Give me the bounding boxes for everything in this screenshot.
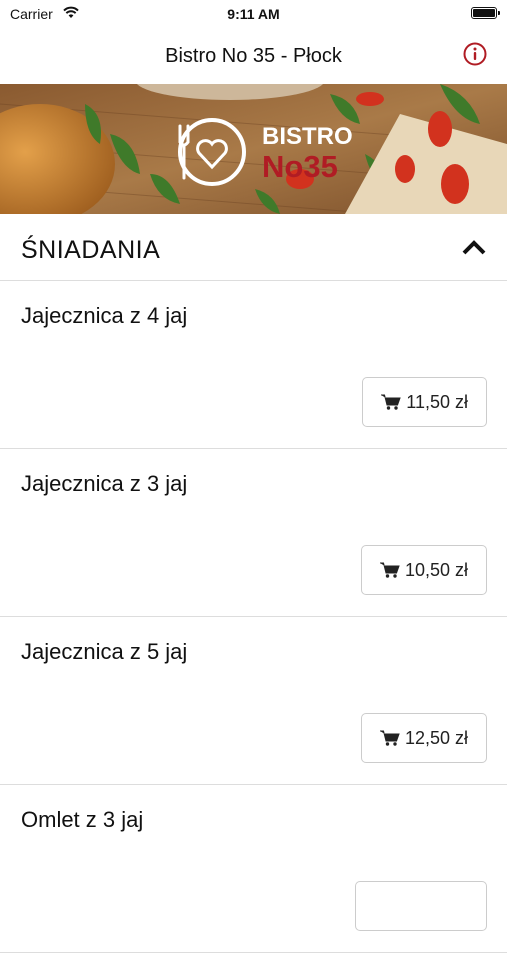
info-icon[interactable]: [463, 42, 487, 66]
item-price: 12,50 zł: [404, 727, 468, 748]
restaurant-banner: BISTRO No35: [0, 84, 507, 214]
item-name: Jajecznica z 3 jaj: [21, 471, 188, 496]
cart-icon: [379, 730, 400, 746]
add-to-cart-button[interactable]: 12,50 zł: [360, 713, 487, 763]
item-price: 11,50 zł: [406, 391, 468, 412]
item-price: 10,50 zł: [404, 559, 468, 580]
section-title: ŚNIADANIA: [21, 236, 161, 264]
battery-icon: [471, 7, 500, 19]
status-bar: Carrier 9:11 AM: [0, 0, 507, 28]
add-to-cart-button[interactable]: 10,50 zł: [360, 545, 487, 595]
add-to-cart-button[interactable]: 11,50 zł: [362, 377, 487, 427]
banner-image: BISTRO No35: [0, 84, 507, 214]
chevron-up-icon[interactable]: [461, 238, 487, 261]
section-header-sniadania[interactable]: ŚNIADANIA: [0, 214, 507, 281]
page-title: Bistro No 35 - Płock: [165, 45, 342, 67]
clock: 9:11 AM: [227, 6, 280, 22]
item-name: Omlet z 3 jaj: [21, 807, 144, 832]
navigation-bar: Bistro No 35 - Płock: [0, 28, 507, 84]
item-name: Jajecznica z 5 jaj: [21, 639, 188, 664]
item-name: Jajecznica z 4 jaj: [21, 303, 188, 328]
menu-item[interactable]: Omlet z 3 jaj: [0, 785, 507, 953]
menu-item[interactable]: Jajecznica z 4 jaj 11,50 zł: [0, 281, 507, 449]
svg-text:No35: No35: [262, 149, 338, 184]
cart-icon: [381, 394, 401, 410]
svg-text:BISTRO: BISTRO: [262, 123, 353, 150]
cart-icon: [379, 562, 400, 578]
add-to-cart-button[interactable]: [355, 881, 487, 931]
menu-item[interactable]: Jajecznica z 5 jaj 12,50 zł: [0, 617, 507, 785]
menu-item[interactable]: Jajecznica z 3 jaj 10,50 zł: [0, 449, 507, 617]
